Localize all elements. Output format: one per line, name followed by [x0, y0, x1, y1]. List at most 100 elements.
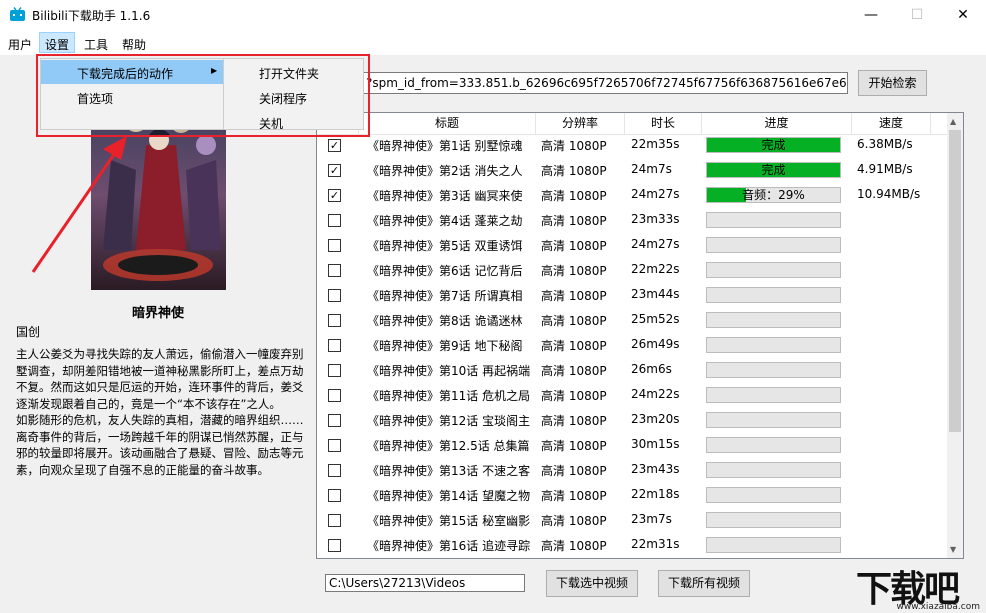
episode-title: 《暗界神使》第11话 危机之局	[367, 389, 531, 403]
episode-duration: 26m6s	[631, 362, 672, 376]
episode-duration: 23m33s	[631, 212, 680, 226]
table-row[interactable]: 《暗界神使》第7话 所谓真相 高清 1080P 23m44s	[317, 283, 949, 308]
episode-duration: 25m52s	[631, 312, 680, 326]
row-checkbox[interactable]	[328, 264, 341, 277]
header-duration[interactable]: 时长	[625, 113, 702, 134]
menu-item-preferences[interactable]: 首选项	[41, 85, 223, 109]
download-selected-button[interactable]: 下载选中视频	[546, 570, 638, 597]
row-checkbox[interactable]	[328, 364, 341, 377]
table-row[interactable]: 《暗界神使》第12话 宝琰阁主 高清 1080P 23m20s	[317, 408, 949, 433]
episode-title: 《暗界神使》第2话 消失之人	[367, 164, 523, 178]
table-row[interactable]: 《暗界神使》第9话 地下秘阁 高清 1080P 26m49s	[317, 333, 949, 358]
scroll-thumb[interactable]	[949, 130, 961, 432]
download-all-button[interactable]: 下载所有视频	[658, 570, 750, 597]
table-row[interactable]: ✓ 《暗界神使》第3话 幽冥来使 高清 1080P 24m27s 音频：29% 10.94…	[317, 183, 949, 208]
episode-title: 《暗界神使》第14话 望魔之物	[367, 489, 531, 503]
episode-resolution: 高清 1080P	[541, 489, 607, 503]
anime-region: 国创	[16, 325, 41, 339]
vertical-scrollbar[interactable]: ▲ ▼	[947, 113, 963, 558]
episode-duration: 24m27s	[631, 237, 680, 251]
episode-title: 《暗界神使》第15话 秘室幽影	[367, 514, 531, 528]
progress-bar	[706, 262, 841, 278]
list-header: 标题 分辨率 时长 进度 速度	[317, 113, 949, 135]
table-row[interactable]: 《暗界神使》第8话 诡谲迷林 高清 1080P 25m52s	[317, 308, 949, 333]
row-checkbox[interactable]	[328, 414, 341, 427]
progress-text	[707, 363, 840, 377]
episode-title: 《暗界神使》第10话 再起祸端	[367, 364, 531, 378]
row-checkbox[interactable]: ✓	[328, 164, 341, 177]
row-checkbox[interactable]	[328, 389, 341, 402]
episode-resolution: 高清 1080P	[541, 289, 607, 303]
row-checkbox[interactable]	[328, 339, 341, 352]
episode-resolution: 高清 1080P	[541, 514, 607, 528]
menu-settings[interactable]: 设置	[45, 36, 69, 53]
menu-tools[interactable]: 工具	[84, 36, 108, 53]
episode-resolution: 高清 1080P	[541, 164, 607, 178]
table-row[interactable]: 《暗界神使》第5话 双重诱饵 高清 1080P 24m27s	[317, 233, 949, 258]
menu-help[interactable]: 帮助	[122, 36, 146, 53]
search-button[interactable]: 开始检索	[858, 70, 927, 96]
save-path-input[interactable]: C:\Users\27213\Videos	[325, 574, 525, 592]
progress-bar	[706, 437, 841, 453]
submenu-open-folder[interactable]: 打开文件夹	[259, 65, 319, 82]
row-checkbox[interactable]	[328, 464, 341, 477]
submenu-shutdown[interactable]: 关机	[259, 115, 283, 132]
close-icon[interactable]: ✕	[940, 0, 986, 31]
download-speed: 6.38MB/s	[857, 137, 913, 151]
row-checkbox[interactable]	[328, 489, 341, 502]
row-checkbox[interactable]: ✓	[328, 139, 341, 152]
progress-bar	[706, 387, 841, 403]
header-resolution[interactable]: 分辨率	[536, 113, 625, 134]
episode-resolution: 高清 1080P	[541, 314, 607, 328]
progress-bar: 音频：29%	[706, 187, 841, 203]
row-checkbox[interactable]	[328, 289, 341, 302]
row-checkbox[interactable]	[328, 314, 341, 327]
url-input[interactable]: ?spm_id_from=333.851.b_62696c695f7265706…	[363, 72, 848, 94]
row-checkbox[interactable]	[328, 214, 341, 227]
table-row[interactable]: ✓ 《暗界神使》第2话 消失之人 高清 1080P 24m7s 完成 4.91MB/s	[317, 158, 949, 183]
scroll-up-icon[interactable]: ▲	[950, 117, 956, 126]
row-checkbox[interactable]: ✓	[328, 189, 341, 202]
row-checkbox[interactable]	[328, 239, 341, 252]
table-row[interactable]: 《暗界神使》第16话 追迹寻踪 高清 1080P 22m31s	[317, 533, 949, 558]
menu-item-label: 首选项	[77, 92, 114, 106]
progress-text	[707, 388, 840, 402]
table-row[interactable]: 《暗界神使》第10话 再起祸端 高清 1080P 26m6s	[317, 358, 949, 383]
episode-duration: 22m35s	[631, 137, 680, 151]
row-checkbox[interactable]	[328, 439, 341, 452]
scroll-down-icon[interactable]: ▼	[950, 545, 956, 554]
episode-title: 《暗界神使》第12话 宝琰阁主	[367, 414, 531, 428]
header-progress[interactable]: 进度	[702, 113, 852, 134]
watermark: 下载吧 www.xiazaiba.com	[848, 560, 986, 613]
table-row[interactable]: ✓ 《暗界神使》第1话 别墅惊魂 高清 1080P 22m35s 完成 6.38MB/s	[317, 133, 949, 158]
progress-bar	[706, 312, 841, 328]
episode-list[interactable]: 标题 分辨率 时长 进度 速度 ✓ 《暗界神使》第1话 别墅惊魂 高清 1080P 2…	[316, 112, 964, 559]
table-row[interactable]: 《暗界神使》第6话 记忆背后 高清 1080P 22m22s	[317, 258, 949, 283]
maximize-icon[interactable]: ☐	[894, 0, 940, 31]
episode-resolution: 高清 1080P	[541, 239, 607, 253]
menu-item-after-download-action[interactable]: 下载完成后的动作 ▶	[41, 60, 223, 84]
table-row[interactable]: 《暗界神使》第15话 秘室幽影 高清 1080P 23m7s	[317, 508, 949, 533]
progress-text	[707, 263, 840, 277]
table-row[interactable]: 《暗界神使》第4话 蓬莱之劫 高清 1080P 23m33s	[317, 208, 949, 233]
table-row[interactable]: 《暗界神使》第12.5话 总集篇 高清 1080P 30m15s	[317, 433, 949, 458]
row-checkbox[interactable]	[328, 514, 341, 527]
episode-title: 《暗界神使》第9话 地下秘阁	[367, 339, 523, 353]
progress-bar	[706, 337, 841, 353]
table-row[interactable]: 《暗界神使》第14话 望魔之物 高清 1080P 22m18s	[317, 483, 949, 508]
menu-separator	[223, 59, 224, 129]
table-row[interactable]: 《暗界神使》第13话 不速之客 高清 1080P 23m43s	[317, 458, 949, 483]
episode-resolution: 高清 1080P	[541, 214, 607, 228]
menu-user[interactable]: 用户	[8, 36, 32, 53]
header-title[interactable]: 标题	[359, 113, 536, 134]
header-speed[interactable]: 速度	[852, 113, 931, 134]
minimize-icon[interactable]: —	[848, 0, 894, 31]
table-row[interactable]: 《暗界神使》第11话 危机之局 高清 1080P 24m22s	[317, 383, 949, 408]
submenu-arrow-icon: ▶	[211, 66, 218, 75]
episode-duration: 23m43s	[631, 462, 680, 476]
episode-title: 《暗界神使》第16话 追迹寻踪	[367, 539, 531, 553]
progress-text	[707, 413, 840, 427]
row-checkbox[interactable]	[328, 539, 341, 552]
episode-resolution: 高清 1080P	[541, 264, 607, 278]
submenu-close-program[interactable]: 关闭程序	[259, 90, 307, 107]
